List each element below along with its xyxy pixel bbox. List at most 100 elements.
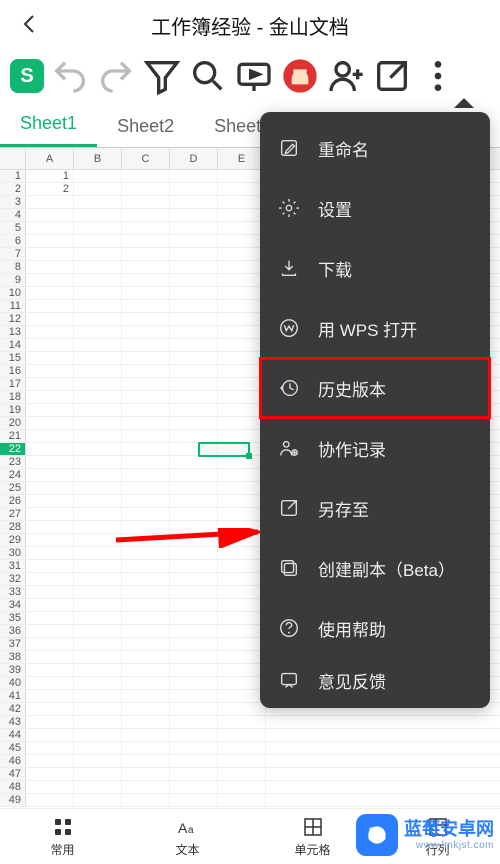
- cell[interactable]: [170, 391, 218, 403]
- cell[interactable]: [26, 638, 74, 650]
- cell[interactable]: [26, 573, 74, 585]
- cell[interactable]: [26, 235, 74, 247]
- cell[interactable]: [122, 729, 170, 741]
- row-number[interactable]: 10: [0, 287, 26, 299]
- cell[interactable]: [170, 547, 218, 559]
- cell[interactable]: [170, 235, 218, 247]
- row-number[interactable]: 33: [0, 586, 26, 598]
- cell[interactable]: [122, 287, 170, 299]
- cell[interactable]: [74, 664, 122, 676]
- cell[interactable]: [74, 716, 122, 728]
- row-number[interactable]: 24: [0, 469, 26, 481]
- cell[interactable]: [170, 612, 218, 624]
- cell[interactable]: [26, 365, 74, 377]
- row-number[interactable]: 35: [0, 612, 26, 624]
- cell[interactable]: [122, 248, 170, 260]
- cell[interactable]: [170, 781, 218, 793]
- cell[interactable]: [218, 300, 266, 312]
- cell[interactable]: [122, 768, 170, 780]
- menu-item-download[interactable]: 下载: [260, 238, 490, 298]
- cell[interactable]: [218, 209, 266, 221]
- cell[interactable]: [26, 742, 74, 754]
- table-row[interactable]: 45: [0, 742, 500, 755]
- cell[interactable]: [122, 573, 170, 585]
- cell[interactable]: [74, 300, 122, 312]
- cell[interactable]: [170, 664, 218, 676]
- cell[interactable]: [170, 716, 218, 728]
- cell[interactable]: [218, 651, 266, 663]
- table-row[interactable]: 47: [0, 768, 500, 781]
- redo-icon[interactable]: [96, 56, 136, 96]
- cell[interactable]: [74, 638, 122, 650]
- cell[interactable]: [74, 547, 122, 559]
- cell[interactable]: [26, 248, 74, 260]
- cell[interactable]: [26, 729, 74, 741]
- row-number[interactable]: 13: [0, 326, 26, 338]
- cell[interactable]: [218, 183, 266, 195]
- cell[interactable]: [170, 170, 218, 182]
- cell[interactable]: [122, 586, 170, 598]
- more-icon[interactable]: [418, 56, 458, 96]
- cell[interactable]: [74, 690, 122, 702]
- cell[interactable]: [74, 625, 122, 637]
- cell[interactable]: [74, 508, 122, 520]
- cell[interactable]: [218, 677, 266, 689]
- cell[interactable]: [170, 794, 218, 806]
- cell[interactable]: [218, 326, 266, 338]
- cell[interactable]: [218, 248, 266, 260]
- menu-item-copy[interactable]: 创建副本（Beta）: [260, 538, 490, 598]
- cell[interactable]: [218, 560, 266, 572]
- cell[interactable]: [218, 170, 266, 182]
- cell[interactable]: [218, 352, 266, 364]
- cell[interactable]: [26, 378, 74, 390]
- cell[interactable]: [26, 456, 74, 468]
- bottom-text[interactable]: Aa文本: [125, 809, 250, 864]
- cell[interactable]: [26, 261, 74, 273]
- cell[interactable]: [170, 638, 218, 650]
- cell[interactable]: [26, 625, 74, 637]
- cell[interactable]: [218, 378, 266, 390]
- cell[interactable]: [218, 443, 266, 455]
- cell[interactable]: [26, 404, 74, 416]
- cell[interactable]: [170, 248, 218, 260]
- cell[interactable]: [74, 209, 122, 221]
- row-number[interactable]: 7: [0, 248, 26, 260]
- row-number[interactable]: 49: [0, 794, 26, 806]
- cell[interactable]: [122, 716, 170, 728]
- table-row[interactable]: 46: [0, 755, 500, 768]
- row-number[interactable]: 36: [0, 625, 26, 637]
- cell[interactable]: [74, 560, 122, 572]
- cell[interactable]: [122, 625, 170, 637]
- cell[interactable]: [74, 781, 122, 793]
- row-number[interactable]: 3: [0, 196, 26, 208]
- cell[interactable]: [74, 313, 122, 325]
- avatar-icon[interactable]: [280, 56, 320, 96]
- row-number[interactable]: 47: [0, 768, 26, 780]
- cell[interactable]: [122, 404, 170, 416]
- cell[interactable]: [170, 378, 218, 390]
- row-number[interactable]: 21: [0, 430, 26, 442]
- cell[interactable]: [122, 638, 170, 650]
- cell[interactable]: [26, 521, 74, 533]
- table-row[interactable]: 43: [0, 716, 500, 729]
- cell[interactable]: [170, 677, 218, 689]
- cell[interactable]: [74, 196, 122, 208]
- cell[interactable]: [170, 365, 218, 377]
- cell[interactable]: [74, 391, 122, 403]
- cell[interactable]: [26, 651, 74, 663]
- cell[interactable]: [170, 287, 218, 299]
- cell[interactable]: [122, 209, 170, 221]
- cell[interactable]: [170, 651, 218, 663]
- cell[interactable]: [170, 443, 218, 455]
- cell[interactable]: [74, 612, 122, 624]
- cell[interactable]: [74, 417, 122, 429]
- cell[interactable]: [122, 313, 170, 325]
- cell[interactable]: [26, 274, 74, 286]
- cell[interactable]: [170, 508, 218, 520]
- cell[interactable]: [218, 287, 266, 299]
- cell[interactable]: [26, 287, 74, 299]
- cell[interactable]: [122, 495, 170, 507]
- cell[interactable]: [74, 352, 122, 364]
- cell[interactable]: [170, 352, 218, 364]
- cell[interactable]: [74, 456, 122, 468]
